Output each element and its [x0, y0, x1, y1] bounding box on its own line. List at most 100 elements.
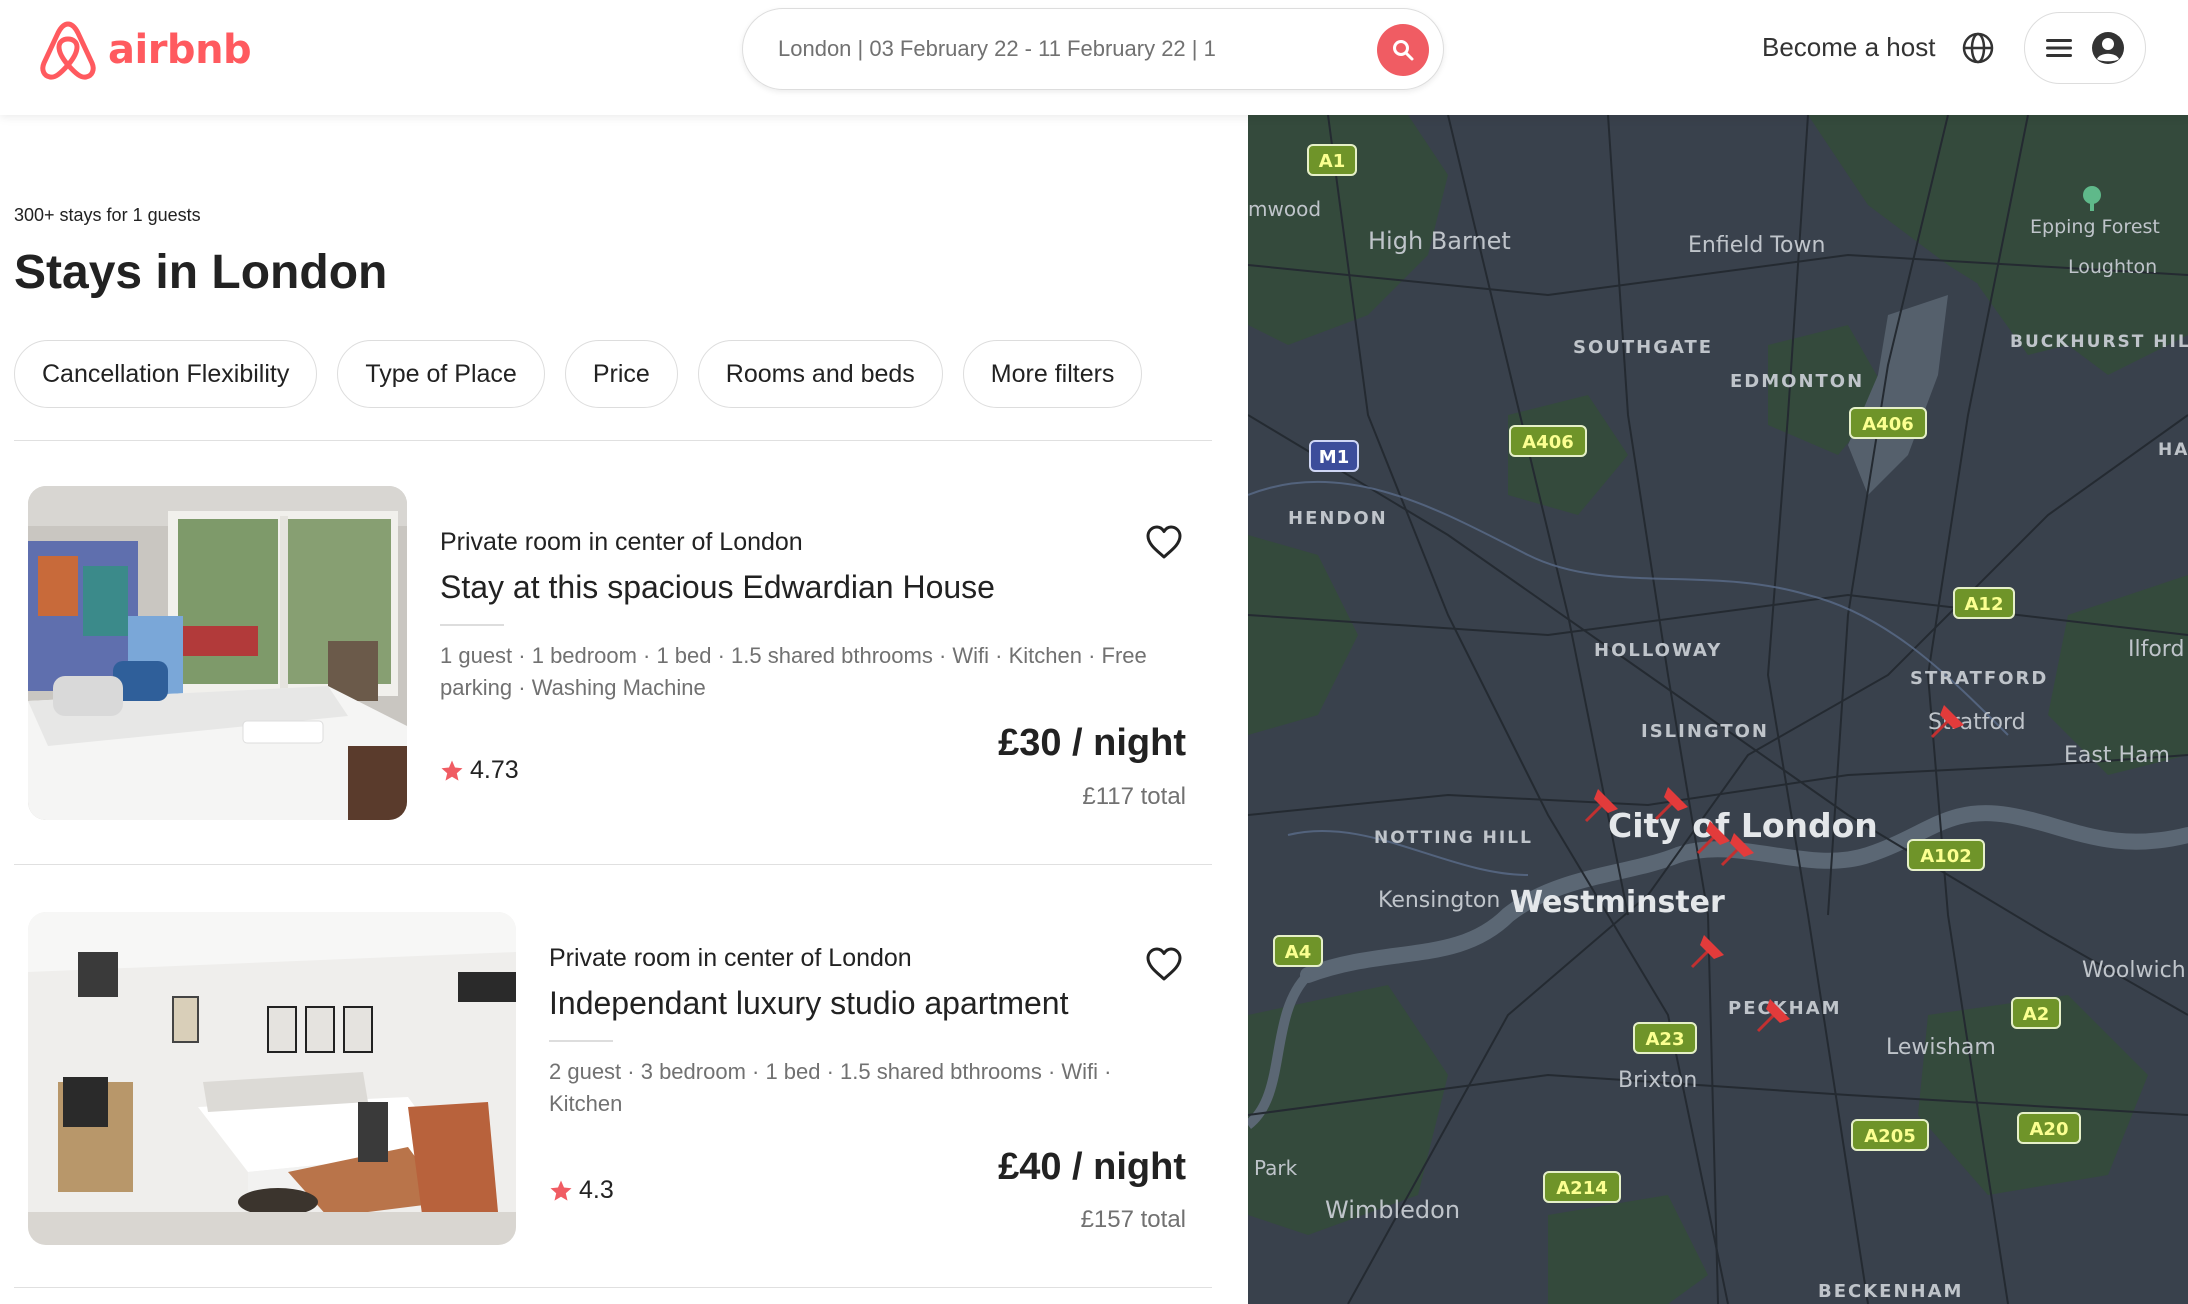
- filter-price[interactable]: Price: [564, 340, 678, 408]
- divider: [14, 1287, 1212, 1288]
- place-label: East Ham: [2064, 743, 2170, 768]
- svg-text:M1: M1: [1319, 447, 1349, 468]
- road-badge-m1: M1: [1309, 440, 1359, 472]
- place-label: Brixton: [1618, 1068, 1697, 1093]
- svg-text:A205: A205: [1864, 1126, 1916, 1147]
- results-panel: 300+ stays for 1 guests Stays in London …: [0, 115, 1248, 1304]
- listing-subtitle: Private room in center of London: [440, 528, 803, 556]
- listing-photo[interactable]: [28, 912, 516, 1245]
- top-header: airbnb London | 03 February 22 - 11 Febr…: [0, 0, 2188, 115]
- studio-photo: [28, 912, 516, 1245]
- road-badge-a12: A12: [1953, 587, 2015, 619]
- place-label: Wimbledon: [1325, 1196, 1460, 1224]
- listing-amenities: 2 guest · 3 bedroom · 1 bed · 1.5 shared…: [549, 1059, 1112, 1116]
- listing-info: Private room in center of London Stay at…: [440, 528, 1200, 704]
- become-host-link[interactable]: Become a host: [1762, 32, 1935, 63]
- filter-bar: Cancellation Flexibility Type of Place P…: [14, 340, 1143, 408]
- svg-text:A23: A23: [1646, 1029, 1685, 1050]
- price-total[interactable]: £157 total: [1081, 1206, 1186, 1234]
- divider: [440, 624, 504, 626]
- brand-name: airbnb: [108, 27, 252, 73]
- filter-more-filters[interactable]: More filters: [962, 340, 1143, 408]
- bedroom-photo: [28, 486, 407, 820]
- map-canvas[interactable]: mwood High Barnet Enfield Town Epping Fo…: [1248, 115, 2188, 1304]
- place-label: Woolwich: [2082, 958, 2186, 983]
- map[interactable]: mwood High Barnet Enfield Town Epping Fo…: [1248, 115, 2188, 1304]
- road-badge-a406: A406: [1849, 407, 1927, 439]
- avatar-icon: [2092, 32, 2124, 64]
- place-label: HAI: [2158, 440, 2188, 460]
- road-badge-a2: A2: [2011, 997, 2061, 1029]
- search-button[interactable]: [1377, 24, 1429, 76]
- star-icon: [550, 1180, 572, 1201]
- road-badge-a214: A214: [1543, 1171, 1621, 1203]
- road-badge-a1: A1: [1307, 144, 1357, 176]
- place-label: SOUTHGATE: [1573, 337, 1713, 358]
- rating-value: 4.73: [470, 756, 519, 784]
- svg-text:A12: A12: [1965, 594, 2004, 615]
- search-icon: [1393, 40, 1414, 61]
- listing-info: Private room in center of London Indepen…: [549, 944, 1139, 1120]
- road-badge-a23: A23: [1633, 1022, 1697, 1054]
- airbnb-logo[interactable]: airbnb: [38, 18, 252, 82]
- place-label: ISLINGTON: [1641, 721, 1769, 742]
- price-per-night: £40 / night: [998, 1146, 1186, 1188]
- airbnb-logo-icon: [40, 21, 96, 80]
- divider: [549, 1040, 613, 1042]
- price-per-night: £30 / night: [998, 722, 1186, 764]
- place-label: Loughton: [2068, 256, 2157, 278]
- place-label: EDMONTON: [1730, 371, 1864, 392]
- map-pin[interactable]: [1690, 935, 1724, 969]
- listing-card[interactable]: Private room in center of London Indepen…: [28, 912, 1198, 1246]
- results-count: 300+ stays for 1 guests: [14, 205, 201, 225]
- svg-text:A214: A214: [1556, 1178, 1608, 1199]
- svg-text:A406: A406: [1522, 432, 1574, 453]
- filter-rooms-and-beds[interactable]: Rooms and beds: [697, 340, 943, 408]
- svg-text:A102: A102: [1920, 846, 1972, 867]
- listing-amenities: 1 guest · 1 bedroom · 1 bed · 1.5 shared…: [440, 643, 1147, 700]
- place-label: BUCKHURST HILL: [2010, 332, 2188, 352]
- search-bar[interactable]: London | 03 February 22 - 11 February 22…: [742, 8, 1444, 90]
- place-label: Park: [1254, 1156, 1298, 1180]
- listing-photo[interactable]: [28, 486, 407, 820]
- hamburger-icon: [2046, 39, 2072, 57]
- road-badge-a205: A205: [1851, 1119, 1929, 1151]
- price-total[interactable]: £117 total: [1082, 783, 1186, 811]
- svg-text:A20: A20: [2030, 1119, 2069, 1140]
- divider: [14, 440, 1212, 441]
- svg-text:A2: A2: [2023, 1004, 2049, 1025]
- search-summary[interactable]: London | 03 February 22 - 11 February 22…: [778, 36, 1216, 62]
- heart-icon[interactable]: [1145, 946, 1183, 982]
- user-menu-button[interactable]: [2024, 12, 2146, 84]
- listing-card[interactable]: Private room in center of London Stay at…: [28, 486, 1198, 821]
- road-badge-a4: A4: [1273, 935, 1323, 967]
- page-title: Stays in London: [14, 246, 388, 299]
- filter-cancellation-flexibility[interactable]: Cancellation Flexibility: [14, 340, 318, 408]
- listing-title[interactable]: Independant luxury studio apartment: [549, 985, 1139, 1022]
- place-label: HOLLOWAY: [1594, 640, 1722, 661]
- place-label: mwood: [1248, 197, 1321, 221]
- place-label: Ilford: [2128, 637, 2184, 662]
- place-label: STRATFORD: [1910, 668, 2048, 689]
- divider: [14, 864, 1212, 865]
- listing-subtitle: Private room in center of London: [549, 944, 912, 972]
- globe-icon[interactable]: [1961, 31, 1995, 65]
- svg-text:A1: A1: [1319, 151, 1345, 172]
- road-badge-a102: A102: [1907, 839, 1985, 871]
- place-label: Lewisham: [1886, 1035, 1996, 1060]
- star-icon: [441, 760, 463, 781]
- heart-icon[interactable]: [1145, 524, 1183, 560]
- svg-text:A4: A4: [1285, 942, 1311, 963]
- filter-type-of-place[interactable]: Type of Place: [337, 340, 545, 408]
- rating: 4.3: [549, 1176, 614, 1205]
- listing-title[interactable]: Stay at this spacious Edwardian House: [440, 569, 1200, 606]
- place-label: BECKENHAM: [1818, 1281, 1963, 1302]
- rating-value: 4.3: [579, 1176, 614, 1204]
- place-label: HENDON: [1288, 508, 1388, 529]
- place-label: Enfield Town: [1688, 233, 1825, 258]
- place-label: Epping Forest: [2030, 216, 2160, 238]
- place-label: City of London: [1608, 806, 1878, 845]
- place-label: Kensington: [1378, 888, 1500, 913]
- svg-text:A406: A406: [1862, 414, 1914, 435]
- place-label: NOTTING HILL: [1374, 828, 1533, 848]
